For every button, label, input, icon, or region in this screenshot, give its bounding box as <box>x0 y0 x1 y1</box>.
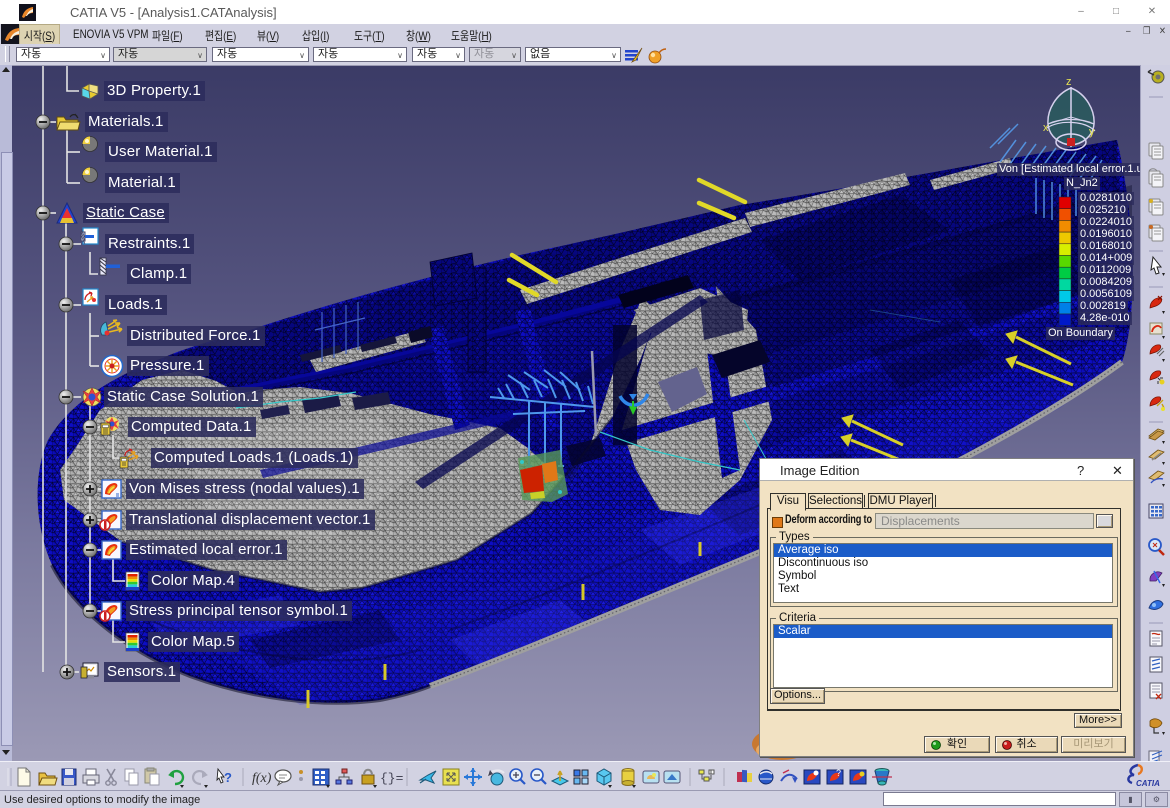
svg-text:CATIA: CATIA <box>1136 779 1160 788</box>
svg-text:f(x): f(x) <box>252 771 272 786</box>
svg-text:?: ? <box>836 768 841 778</box>
svg-text:{}=: {}= <box>380 771 404 786</box>
svg-text:?: ? <box>224 770 232 785</box>
